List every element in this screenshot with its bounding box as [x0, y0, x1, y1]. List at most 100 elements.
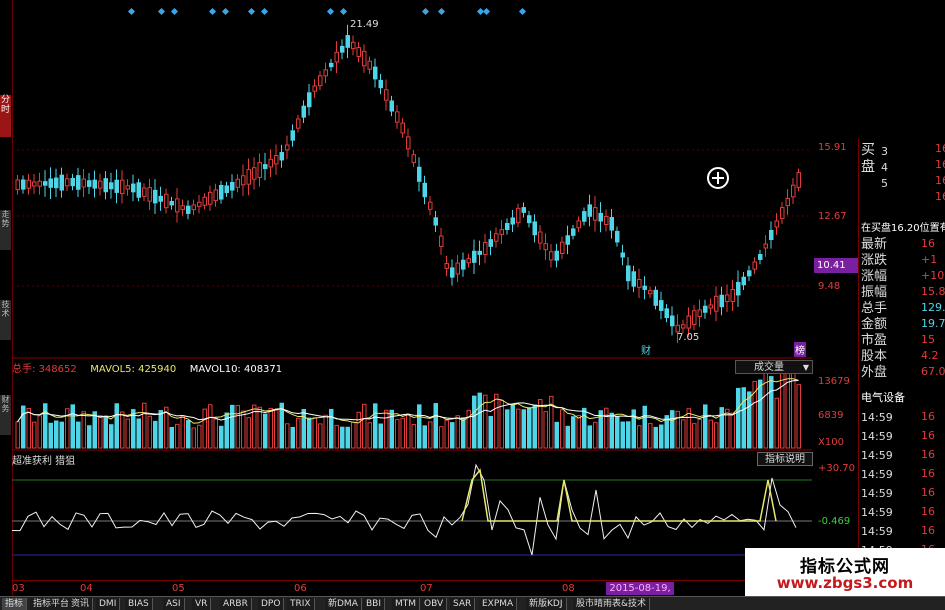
candle	[81, 178, 86, 188]
candle	[202, 196, 207, 206]
ranking-marker[interactable]: 榜	[794, 342, 806, 357]
volume-bar	[587, 425, 592, 449]
watermark-url: www.zbgs3.com	[776, 574, 914, 592]
volume-bar	[477, 392, 482, 449]
volume-indicator-select[interactable]: 成交量 ▼	[735, 360, 813, 374]
volume-bar	[307, 417, 312, 449]
indicator-tab[interactable]: VR	[192, 598, 212, 610]
candle	[653, 289, 658, 306]
indicator-tab[interactable]: BIAS	[125, 598, 153, 610]
quote-field-value: 19.7	[921, 317, 945, 330]
indicator-tab[interactable]: BBI	[363, 598, 386, 610]
volume-bar	[455, 415, 460, 449]
candle	[615, 230, 620, 243]
volume-bar	[76, 421, 81, 449]
volume-bar	[670, 410, 675, 449]
candle	[741, 276, 746, 286]
finance-marker[interactable]: 财	[641, 342, 651, 357]
volume-bar	[543, 411, 548, 449]
indicator-tab[interactable]: ASI	[163, 598, 185, 610]
candle	[774, 220, 779, 228]
volume-bar	[659, 424, 664, 449]
candle	[461, 259, 466, 270]
volume-bar	[362, 403, 367, 449]
candle	[499, 229, 504, 235]
volume-bar	[527, 407, 532, 449]
candle	[43, 181, 48, 186]
volume-bar	[428, 421, 433, 449]
sidebar-tab-0[interactable]: 分时	[0, 95, 11, 137]
candle	[730, 289, 735, 302]
price-axis-label: 15.91	[818, 142, 847, 153]
candle	[131, 183, 136, 193]
volume-bar	[395, 419, 400, 449]
candle	[681, 324, 686, 329]
candle	[439, 235, 444, 247]
candle	[125, 185, 130, 190]
volume-bar	[213, 418, 218, 449]
candle	[692, 310, 697, 325]
candle	[626, 265, 631, 282]
candle	[719, 294, 724, 308]
volume-bar	[274, 409, 279, 449]
indicator-tab[interactable]: TRIX	[287, 598, 315, 610]
candle	[92, 179, 97, 189]
volume-bar	[32, 421, 37, 449]
price-low-label: 7.05	[677, 332, 700, 343]
indicator-tab[interactable]: 资讯	[68, 598, 94, 610]
quote-field-label: 股本	[861, 349, 888, 364]
volume-bar	[125, 418, 130, 449]
ind-axis-label: -0.469	[818, 516, 851, 527]
candle	[747, 270, 752, 277]
sidebar-tab-1[interactable]: 走势	[0, 210, 11, 250]
indicator-tab[interactable]: 新DMA	[325, 598, 362, 610]
indicator-tab[interactable]: SAR	[450, 598, 476, 610]
trade-price: 16	[921, 429, 935, 442]
candle	[257, 162, 262, 178]
volume-bar	[648, 422, 653, 449]
trade-price: 16	[921, 467, 935, 480]
sidebar-tab-2[interactable]: 技术	[0, 300, 11, 340]
candle	[406, 136, 411, 150]
site-watermark: 指标公式网 www.zbgs3.com	[745, 548, 945, 596]
indicator-title: 超准获利 猎狙	[12, 456, 76, 467]
indicator-tab[interactable]: OBV	[421, 598, 448, 610]
indicator-tab[interactable]: MTM	[392, 598, 421, 610]
chart-grid	[12, 149, 812, 556]
signal-marker-row	[12, 0, 812, 16]
volume-bar	[747, 391, 752, 449]
candle	[296, 118, 301, 129]
indicator-tab[interactable]: 股市晴雨表&技术	[573, 598, 651, 610]
candle	[521, 207, 526, 213]
candle	[571, 228, 576, 236]
candle	[483, 241, 488, 256]
quote-field-label: 涨跌	[861, 253, 888, 268]
indicator-tab[interactable]: DPO	[258, 598, 285, 610]
indicator-tab[interactable]: 新版KDJ	[526, 598, 567, 610]
volume-bar	[763, 372, 768, 449]
date-axis-label: 08	[562, 583, 575, 594]
volume-bar	[681, 419, 686, 449]
sidebar-tab-3[interactable]: 财务	[0, 395, 11, 435]
candle	[290, 130, 295, 141]
volume-bar	[785, 372, 790, 449]
volume-bar	[560, 409, 565, 449]
indicator-help-button[interactable]: 指标说明	[757, 452, 813, 466]
volume-bar	[153, 420, 158, 449]
date-axis-label: 03	[12, 583, 25, 594]
indicator-tab[interactable]: ARBR	[220, 598, 252, 610]
indicator-tab[interactable]: EXPMA	[479, 598, 518, 610]
candle	[505, 223, 510, 230]
candle	[703, 305, 708, 313]
volume-bar	[180, 415, 185, 449]
volume-bar	[422, 425, 427, 449]
indicator-tab[interactable]: 指标平台	[30, 598, 74, 610]
indicator-tab[interactable]: 指标	[2, 598, 28, 610]
volume-bar	[378, 423, 383, 449]
kline-chart[interactable]	[12, 10, 812, 580]
indicator-tab[interactable]: DMI	[96, 598, 121, 610]
candle	[241, 175, 246, 186]
quote-field-value: 16	[921, 237, 935, 250]
volume-bar	[43, 403, 48, 449]
volume-bar	[81, 411, 86, 449]
